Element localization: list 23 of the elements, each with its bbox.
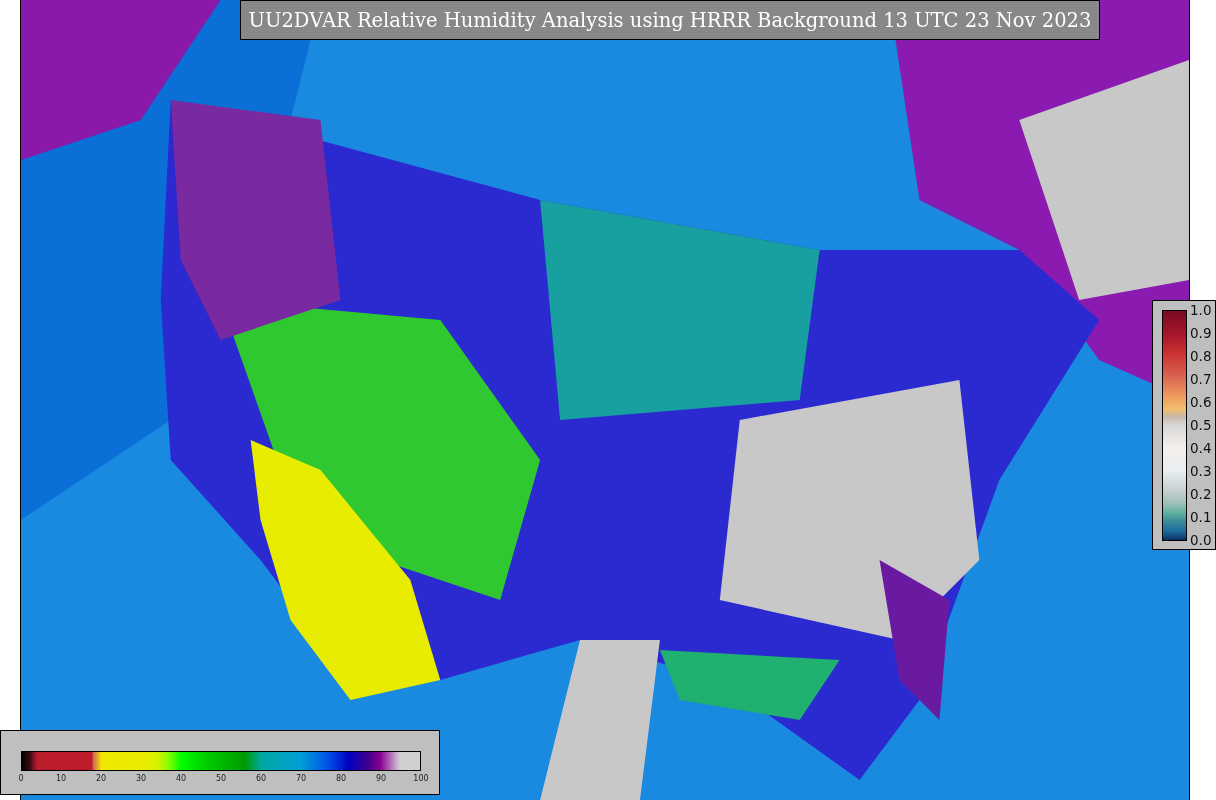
tick-label: 70 xyxy=(294,774,308,783)
tick-label: 20 xyxy=(94,774,108,783)
tick-label: 50 xyxy=(214,774,228,783)
tick-label: 0.2 xyxy=(1190,487,1212,501)
tick-label: 0.3 xyxy=(1190,464,1212,478)
tick-label: 60 xyxy=(254,774,268,783)
tick-label: 1.0 xyxy=(1190,303,1212,317)
tick-label: 0.0 xyxy=(1190,533,1212,547)
tick-label: 0.9 xyxy=(1190,326,1212,340)
tick-label: 100 xyxy=(412,774,430,783)
tick-label: 0.7 xyxy=(1190,372,1212,386)
tick-label: 10 xyxy=(54,774,68,783)
map-title: UU2DVAR Relative Humidity Analysis using HRRR Background 13 UTC 23 Nov 2023 xyxy=(240,0,1100,40)
tick-label: 0.6 xyxy=(1190,395,1212,409)
tick-label: 0.1 xyxy=(1190,510,1212,524)
tick-label: 30 xyxy=(134,774,148,783)
tick-label: 90 xyxy=(374,774,388,783)
tick-label: 0.4 xyxy=(1190,441,1212,455)
tick-label: 0.5 xyxy=(1190,418,1212,432)
tick-label: 80 xyxy=(334,774,348,783)
tick-label: 40 xyxy=(174,774,188,783)
tick-label: 0.8 xyxy=(1190,349,1212,363)
tick-label: 0 xyxy=(17,774,25,783)
